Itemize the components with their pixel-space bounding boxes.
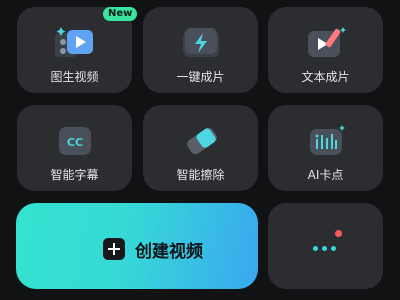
tile-label: 文本成片 [301, 70, 350, 84]
create-video-label: 创建视频 [135, 242, 203, 262]
tile-ai-beat[interactable]: AI卡点 [268, 105, 383, 191]
tile-smart-erase[interactable]: 智能擦除 [143, 105, 258, 191]
tile-label: 一键成片 [176, 70, 225, 84]
text-to-video-icon [307, 27, 346, 57]
tile-label: 图生视频 [50, 70, 99, 84]
tile-smart-subtitle[interactable]: CC 智能字幕 [17, 105, 132, 191]
more-dot-icon [322, 246, 327, 251]
more-dot-icon [313, 246, 318, 251]
tile-label: 智能字幕 [50, 168, 99, 182]
svg-text:CC: CC [66, 136, 82, 149]
create-video-button[interactable]: 创建视频 [16, 203, 258, 289]
eraser-icon [186, 127, 217, 155]
tile-text-to-video[interactable]: 文本成片 [268, 7, 383, 93]
tile-label: 智能擦除 [176, 168, 225, 182]
more-button[interactable] [268, 203, 383, 289]
notification-dot [335, 230, 342, 237]
cc-subtitle-icon: CC [58, 127, 91, 155]
ai-beat-icon [309, 125, 345, 155]
more-dot-icon [331, 246, 336, 251]
image-to-video-icon [54, 27, 93, 57]
new-badge: New [103, 7, 138, 21]
tile-one-click-video[interactable]: 一键成片 [143, 7, 258, 93]
one-click-video-icon [182, 28, 219, 57]
plus-icon [103, 238, 125, 260]
tile-label: AI卡点 [307, 168, 344, 182]
